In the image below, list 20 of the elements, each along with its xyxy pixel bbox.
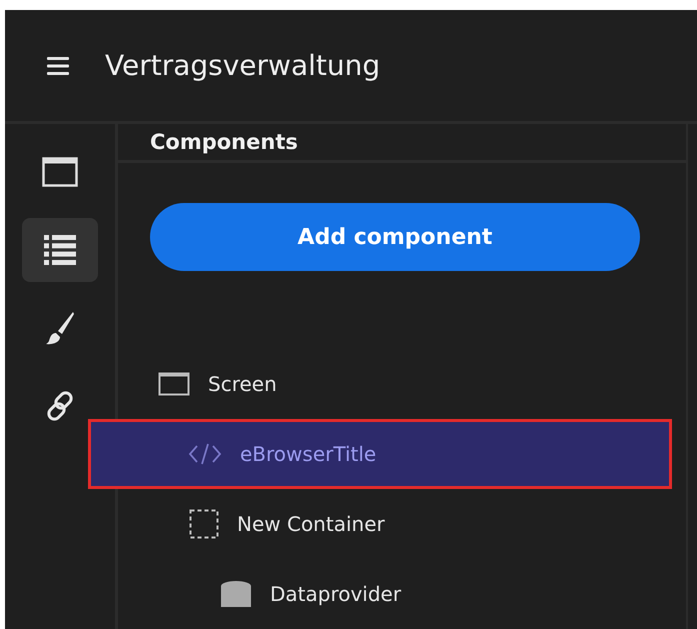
tree-item-label: New Container bbox=[237, 512, 385, 536]
window-icon bbox=[158, 372, 190, 396]
add-component-button[interactable]: Add component bbox=[150, 203, 640, 271]
app-title: Vertragsverwaltung bbox=[105, 49, 380, 82]
tree-item-label: Dataprovider bbox=[270, 582, 402, 606]
tree-item-label: eBrowserTitle bbox=[240, 442, 376, 466]
menu-icon[interactable] bbox=[47, 56, 69, 74]
brush-icon bbox=[45, 311, 75, 345]
code-icon bbox=[188, 443, 222, 465]
tree-item[interactable]: eBrowserTitle bbox=[88, 419, 672, 489]
dashed-box-icon bbox=[189, 509, 219, 539]
window-icon bbox=[42, 157, 78, 187]
tree-item[interactable]: New Container bbox=[118, 489, 672, 559]
panel-title: Components bbox=[150, 130, 298, 154]
tree-item[interactable]: Screen bbox=[118, 349, 672, 419]
database-icon bbox=[220, 581, 252, 607]
tree-item[interactable]: Dataprovider bbox=[118, 559, 672, 629]
list-icon bbox=[44, 235, 76, 265]
tree-item-label: Screen bbox=[208, 372, 277, 396]
sidebar-tab[interactable] bbox=[22, 218, 98, 282]
